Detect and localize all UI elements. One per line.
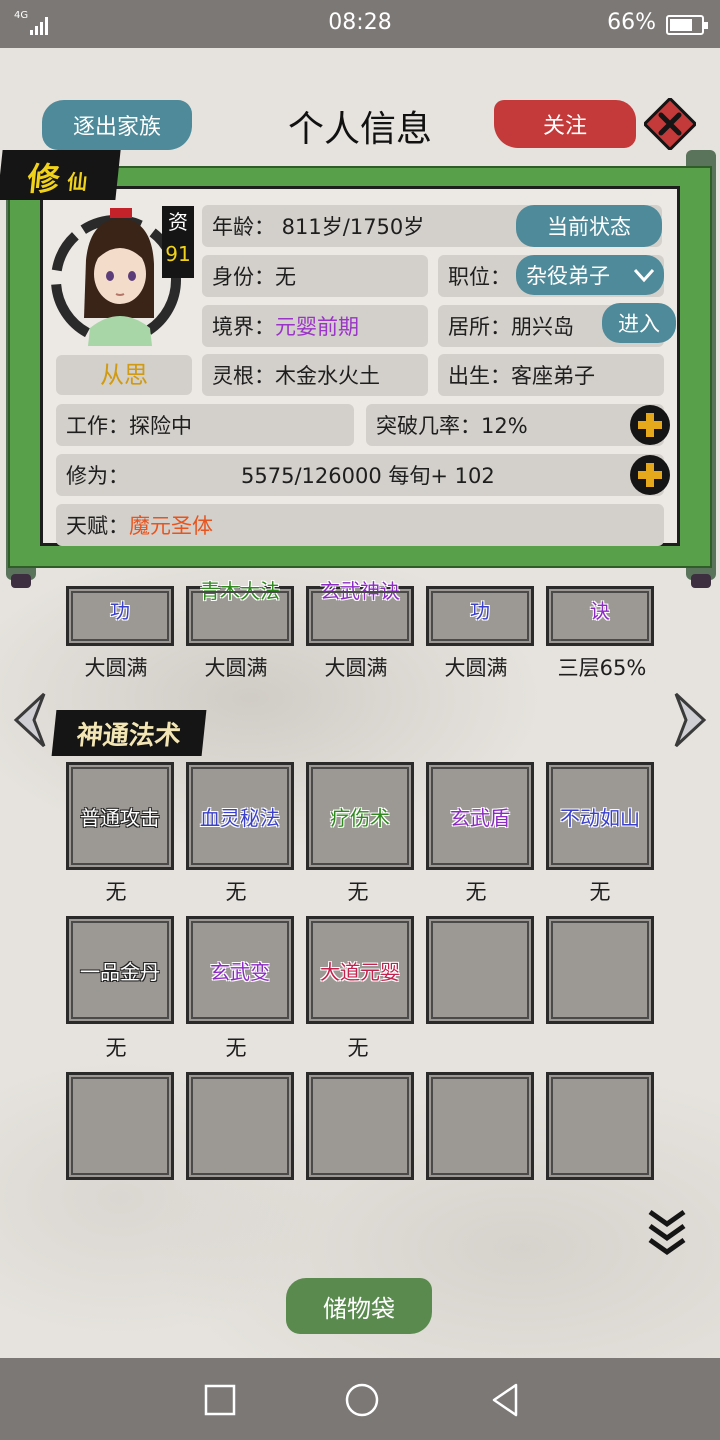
scroll-cap bbox=[691, 574, 711, 588]
technique-label: 玄武神诀 bbox=[320, 579, 400, 603]
technique-slot[interactable]: 玄武神诀 bbox=[306, 579, 414, 646]
double-chevron-down-icon[interactable] bbox=[648, 1208, 686, 1256]
scroll-cap bbox=[11, 574, 31, 588]
spell-level: 无 bbox=[347, 1036, 369, 1060]
technique-label: 诀 bbox=[590, 599, 610, 623]
realm-field: 境界： 元婴前期 bbox=[202, 305, 428, 347]
plus-icon[interactable] bbox=[630, 455, 670, 495]
technique-level: 大圆满 bbox=[84, 656, 148, 680]
identity-text: 身份：无 bbox=[212, 265, 296, 289]
spell-level: 无 bbox=[465, 880, 487, 904]
plus-icon[interactable] bbox=[630, 405, 670, 445]
realm-label: 境界： bbox=[212, 315, 275, 339]
battery-icon bbox=[666, 15, 708, 35]
aptitude-badge: 资 91 bbox=[162, 206, 194, 278]
cultivation-tag: 修 仙 bbox=[0, 150, 121, 200]
spirit-root-text: 灵根：木金水火土 bbox=[212, 364, 380, 388]
talent-field: 天赋： 魔元圣体 bbox=[56, 504, 664, 546]
spell-level: 无 bbox=[589, 880, 611, 904]
spell-label: 普通攻击 bbox=[80, 805, 160, 830]
follow-button[interactable]: 关注 bbox=[494, 100, 636, 148]
spell-label: 大道元婴 bbox=[320, 959, 400, 984]
spell-level: 无 bbox=[225, 1036, 247, 1060]
spell-level: 无 bbox=[225, 880, 247, 904]
aptitude-label: 资 bbox=[168, 210, 188, 234]
spell-label: 一品金丹 bbox=[80, 959, 160, 984]
spell-slot-empty[interactable] bbox=[426, 916, 534, 1024]
spell-slot[interactable]: 普通攻击 bbox=[66, 762, 174, 870]
technique-label: 功 bbox=[470, 599, 490, 623]
technique-slot[interactable]: 青木大法 bbox=[186, 579, 294, 646]
position-dropdown[interactable]: 杂役弟子 bbox=[516, 255, 664, 295]
spell-slot-empty[interactable] bbox=[546, 1072, 654, 1180]
birth-field: 出生：客座弟子 bbox=[438, 354, 664, 396]
spell-slot[interactable]: 一品金丹 bbox=[66, 916, 174, 1024]
job-field: 工作：探险中 bbox=[56, 404, 354, 446]
arrow-right-icon[interactable] bbox=[670, 690, 710, 750]
spell-slot[interactable]: 疗伤术 bbox=[306, 762, 414, 870]
age-text: 年龄： 811岁/1750岁 bbox=[212, 215, 425, 239]
cultivation-value: 5575/126000 每旬+ 102 bbox=[241, 464, 495, 488]
spirit-root-field: 灵根：木金水火土 bbox=[202, 354, 428, 396]
current-status-button[interactable]: 当前状态 bbox=[516, 205, 662, 247]
breakthrough-field: 突破几率：12% bbox=[366, 404, 664, 446]
spell-slot-empty[interactable] bbox=[186, 1072, 294, 1180]
tag-small-char: 仙 bbox=[66, 170, 89, 194]
talent-label: 天赋： bbox=[66, 514, 129, 538]
section-title-spells: 神通法术 bbox=[51, 710, 207, 756]
aptitude-value: 91 bbox=[165, 242, 191, 266]
cultivation-field: 修为： 5575/126000 每旬+ 102 bbox=[56, 454, 664, 496]
nav-recents-icon[interactable] bbox=[202, 1382, 238, 1418]
technique-slot[interactable]: 诀 bbox=[546, 586, 654, 646]
spell-level: 无 bbox=[347, 880, 369, 904]
spell-level: 无 bbox=[105, 1036, 127, 1060]
nav-home-icon[interactable] bbox=[344, 1382, 380, 1418]
technique-slot[interactable]: 功 bbox=[426, 586, 534, 646]
spell-slot-empty[interactable] bbox=[306, 1072, 414, 1180]
technique-level: 三层65% bbox=[557, 656, 647, 680]
battery-percent: 66% bbox=[607, 10, 656, 35]
job-text: 工作：探险中 bbox=[66, 414, 192, 438]
technique-level: 大圆满 bbox=[204, 656, 268, 680]
spell-slot-empty[interactable] bbox=[66, 1072, 174, 1180]
identity-field: 身份：无 bbox=[202, 255, 428, 297]
spell-label: 玄武变 bbox=[210, 959, 270, 984]
birth-text: 出生：客座弟子 bbox=[448, 364, 595, 388]
technique-level: 大圆满 bbox=[444, 656, 508, 680]
chevron-down-icon bbox=[633, 268, 655, 283]
spell-slot[interactable]: 血灵秘法 bbox=[186, 762, 294, 870]
spell-slot[interactable]: 玄武盾 bbox=[426, 762, 534, 870]
enter-button[interactable]: 进入 bbox=[602, 303, 676, 343]
tag-big-char: 修 bbox=[25, 160, 62, 198]
position-value: 杂役弟子 bbox=[526, 264, 610, 288]
technique-slot[interactable]: 功 bbox=[66, 586, 174, 646]
realm-value: 元婴前期 bbox=[275, 315, 359, 339]
position-label: 职位： bbox=[448, 265, 511, 289]
spell-slot[interactable]: 不动如山 bbox=[546, 762, 654, 870]
technique-level: 大圆满 bbox=[324, 656, 388, 680]
system-nav-bar bbox=[0, 1358, 720, 1440]
spell-slot[interactable]: 玄武变 bbox=[186, 916, 294, 1024]
status-bar: 4G 08:28 66% bbox=[0, 0, 720, 48]
breakthrough-text: 突破几率：12% bbox=[376, 414, 528, 438]
talent-value: 魔元圣体 bbox=[129, 514, 213, 538]
spell-slot-empty[interactable] bbox=[546, 916, 654, 1024]
residence-text: 居所：朋兴岛 bbox=[448, 315, 574, 339]
spell-slot-empty[interactable] bbox=[426, 1072, 534, 1180]
cultivation-label: 修为： bbox=[66, 464, 129, 488]
technique-label: 青木大法 bbox=[200, 579, 280, 603]
technique-label: 功 bbox=[110, 599, 130, 623]
spell-label: 血灵秘法 bbox=[200, 805, 280, 830]
spell-label: 玄武盾 bbox=[450, 805, 510, 830]
spell-level: 无 bbox=[105, 880, 127, 904]
spell-label: 疗伤术 bbox=[330, 805, 390, 830]
arrow-left-icon[interactable] bbox=[10, 690, 50, 750]
spell-label: 不动如山 bbox=[560, 805, 640, 830]
nav-back-icon[interactable] bbox=[488, 1382, 524, 1418]
character-name: 从思 bbox=[56, 355, 192, 395]
storage-bag-button[interactable]: 储物袋 bbox=[286, 1278, 432, 1334]
close-icon[interactable] bbox=[644, 98, 696, 150]
spell-slot[interactable]: 大道元婴 bbox=[306, 916, 414, 1024]
